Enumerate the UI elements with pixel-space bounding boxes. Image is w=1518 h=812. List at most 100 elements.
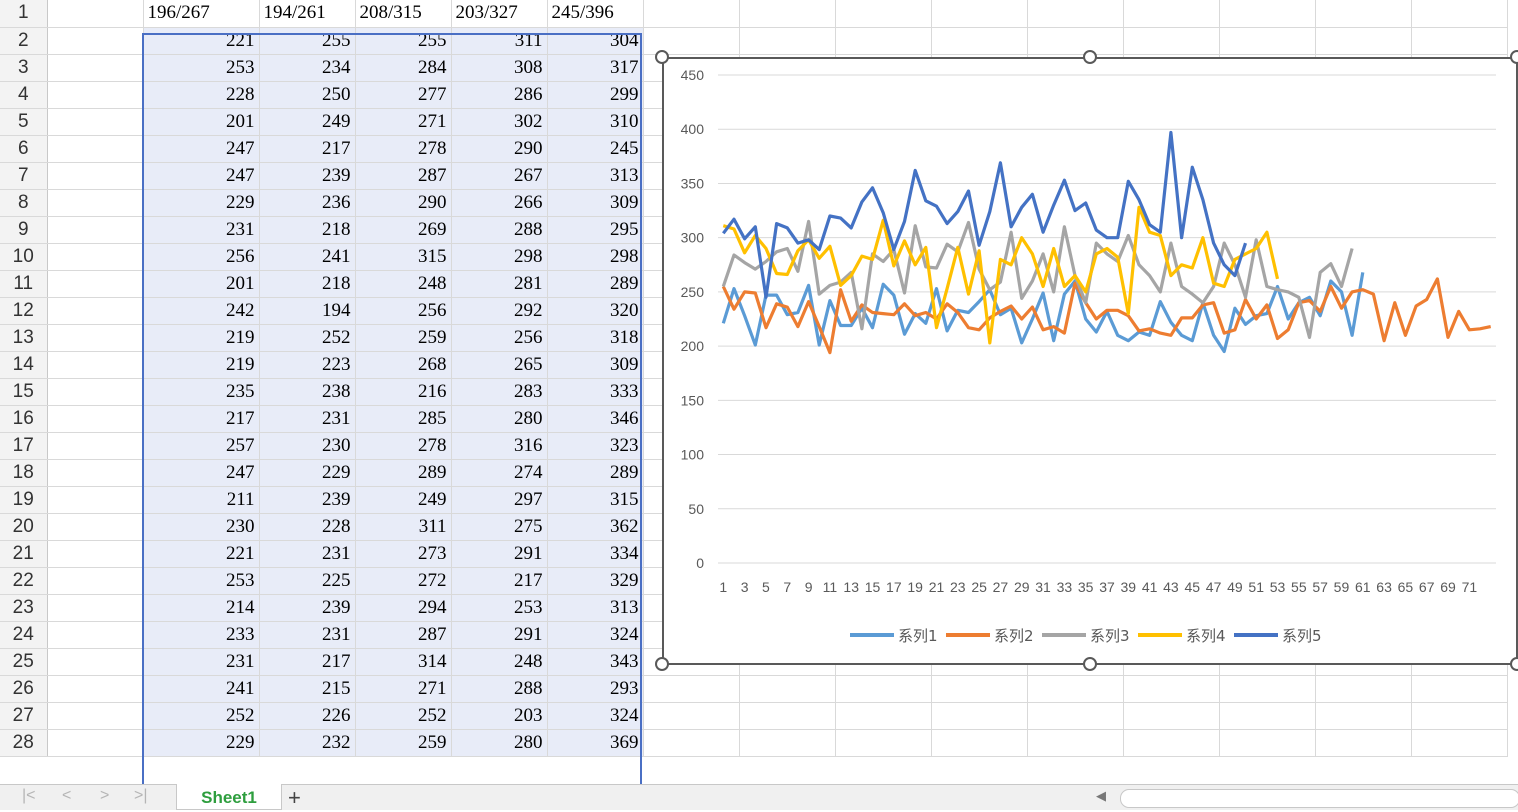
empty-cell[interactable] <box>47 324 144 352</box>
data-cell[interactable]: 333 <box>547 378 644 406</box>
data-cell[interactable]: 313 <box>547 594 644 622</box>
row-number[interactable]: 28 <box>0 729 48 757</box>
empty-cell[interactable] <box>1123 675 1220 703</box>
data-cell[interactable]: 221 <box>143 27 260 55</box>
empty-cell[interactable] <box>1219 27 1316 55</box>
data-cell[interactable]: 311 <box>451 27 548 55</box>
data-cell[interactable]: 242 <box>143 297 260 325</box>
empty-cell[interactable] <box>1219 675 1316 703</box>
data-cell[interactable]: 253 <box>143 567 260 595</box>
data-cell[interactable]: 229 <box>259 459 356 487</box>
chart-resize-handle-top-right[interactable] <box>1510 50 1518 64</box>
chart-resize-handle-bottom-right[interactable] <box>1510 657 1518 671</box>
column-header-cell[interactable]: 208/315 <box>355 0 452 28</box>
data-cell[interactable]: 247 <box>143 135 260 163</box>
row-number[interactable]: 6 <box>0 135 48 163</box>
data-cell[interactable]: 284 <box>355 54 452 82</box>
data-cell[interactable]: 315 <box>547 486 644 514</box>
data-cell[interactable]: 211 <box>143 486 260 514</box>
empty-cell[interactable] <box>47 594 144 622</box>
empty-cell[interactable] <box>47 135 144 163</box>
row-number[interactable]: 5 <box>0 108 48 136</box>
data-cell[interactable]: 267 <box>451 162 548 190</box>
empty-cell[interactable] <box>47 0 144 28</box>
empty-cell[interactable] <box>1411 675 1508 703</box>
empty-cell[interactable] <box>931 702 1028 730</box>
row-number[interactable]: 9 <box>0 216 48 244</box>
data-cell[interactable]: 217 <box>143 405 260 433</box>
empty-cell[interactable] <box>643 0 740 28</box>
data-cell[interactable]: 214 <box>143 594 260 622</box>
data-cell[interactable]: 256 <box>451 324 548 352</box>
tab-sheet1[interactable]: Sheet1 <box>176 784 282 810</box>
data-cell[interactable]: 194 <box>259 297 356 325</box>
data-cell[interactable]: 231 <box>143 648 260 676</box>
data-cell[interactable]: 309 <box>547 189 644 217</box>
data-cell[interactable]: 257 <box>143 432 260 460</box>
empty-cell[interactable] <box>47 162 144 190</box>
empty-cell[interactable] <box>1315 729 1412 757</box>
data-cell[interactable]: 221 <box>143 540 260 568</box>
empty-cell[interactable] <box>47 702 144 730</box>
row-number[interactable]: 2 <box>0 27 48 55</box>
data-cell[interactable]: 201 <box>143 108 260 136</box>
data-cell[interactable]: 272 <box>355 567 452 595</box>
empty-cell[interactable] <box>1411 0 1508 28</box>
empty-cell[interactable] <box>47 297 144 325</box>
data-cell[interactable]: 289 <box>547 459 644 487</box>
data-cell[interactable]: 225 <box>259 567 356 595</box>
empty-cell[interactable] <box>1123 702 1220 730</box>
row-number[interactable]: 10 <box>0 243 48 271</box>
data-cell[interactable]: 315 <box>355 243 452 271</box>
data-cell[interactable]: 343 <box>547 648 644 676</box>
row-number[interactable]: 13 <box>0 324 48 352</box>
data-cell[interactable]: 250 <box>259 81 356 109</box>
data-cell[interactable]: 255 <box>259 27 356 55</box>
empty-cell[interactable] <box>1027 675 1124 703</box>
empty-cell[interactable] <box>643 27 740 55</box>
data-cell[interactable]: 241 <box>259 243 356 271</box>
row-number[interactable]: 24 <box>0 621 48 649</box>
row-number[interactable]: 25 <box>0 648 48 676</box>
empty-cell[interactable] <box>47 81 144 109</box>
row-number[interactable]: 17 <box>0 432 48 460</box>
data-cell[interactable]: 288 <box>451 216 548 244</box>
empty-cell[interactable] <box>1123 0 1220 28</box>
data-cell[interactable]: 298 <box>547 243 644 271</box>
data-cell[interactable]: 278 <box>355 432 452 460</box>
data-cell[interactable]: 248 <box>355 270 452 298</box>
empty-cell[interactable] <box>835 702 932 730</box>
data-cell[interactable]: 236 <box>259 189 356 217</box>
data-cell[interactable]: 269 <box>355 216 452 244</box>
data-cell[interactable]: 286 <box>451 81 548 109</box>
data-cell[interactable]: 226 <box>259 702 356 730</box>
data-cell[interactable]: 219 <box>143 351 260 379</box>
empty-cell[interactable] <box>739 0 836 28</box>
chart-resize-handle-bottom-middle[interactable] <box>1083 657 1097 671</box>
empty-cell[interactable] <box>1411 702 1508 730</box>
empty-cell[interactable] <box>1123 27 1220 55</box>
data-cell[interactable]: 231 <box>259 621 356 649</box>
data-cell[interactable]: 277 <box>355 81 452 109</box>
row-number[interactable]: 26 <box>0 675 48 703</box>
row-number[interactable]: 4 <box>0 81 48 109</box>
data-cell[interactable]: 283 <box>451 378 548 406</box>
data-cell[interactable]: 362 <box>547 513 644 541</box>
data-cell[interactable]: 291 <box>451 621 548 649</box>
empty-cell[interactable] <box>47 378 144 406</box>
row-number[interactable]: 15 <box>0 378 48 406</box>
empty-cell[interactable] <box>47 648 144 676</box>
data-cell[interactable]: 290 <box>451 135 548 163</box>
data-cell[interactable]: 280 <box>451 405 548 433</box>
data-cell[interactable]: 294 <box>355 594 452 622</box>
empty-cell[interactable] <box>47 513 144 541</box>
data-cell[interactable]: 281 <box>451 270 548 298</box>
horizontal-scrollbar[interactable]: ◀ <box>1092 788 1518 808</box>
data-cell[interactable]: 302 <box>451 108 548 136</box>
data-cell[interactable]: 288 <box>451 675 548 703</box>
empty-cell[interactable] <box>47 432 144 460</box>
row-number[interactable]: 23 <box>0 594 48 622</box>
data-cell[interactable]: 320 <box>547 297 644 325</box>
empty-cell[interactable] <box>1315 0 1412 28</box>
empty-cell[interactable] <box>643 675 740 703</box>
